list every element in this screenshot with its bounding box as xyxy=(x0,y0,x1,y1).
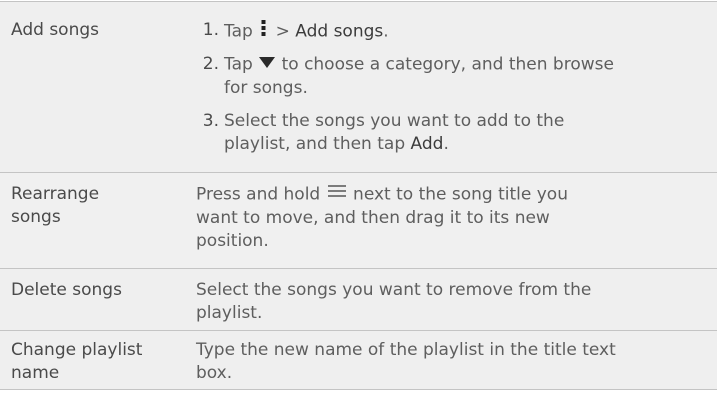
step-number: 2. xyxy=(202,54,219,74)
desc-text-line2: box. xyxy=(196,363,233,383)
desc-text-line2: want to move, and then drag it to its ne… xyxy=(196,207,550,228)
table-row-add-songs: Add songs 1. Tap > Add songs. 2. Tap to … xyxy=(0,1,717,173)
step-text-line1: Select the songs you want to add to the xyxy=(224,111,565,131)
table-row-change-playlist-name: Change playlist name Type the new name o… xyxy=(0,331,717,390)
row-label-line1: Change playlist xyxy=(11,340,143,360)
step-text-tap: Tap xyxy=(224,21,253,42)
row-label: Rearrange songs xyxy=(11,183,99,229)
step-text: Tap to choose a category, and then brows… xyxy=(224,53,714,100)
step-text-line2: for songs. xyxy=(224,77,308,98)
menu-dots-icon xyxy=(258,19,270,44)
step-text-rest: to choose a category, and then browse xyxy=(281,54,614,75)
row-description: Type the new name of the playlist in the… xyxy=(196,339,711,385)
step-number: 3. xyxy=(202,111,219,131)
desc-text: next to the song title you xyxy=(353,184,568,205)
step-text-period: . xyxy=(443,134,449,154)
desc-text-line1: Select the songs you want to remove from… xyxy=(196,280,592,300)
row-label-line1: Rearrange xyxy=(11,184,100,204)
step-text-arrow: > xyxy=(275,21,296,42)
row-description: Select the songs you want to remove from… xyxy=(196,279,711,325)
row-label-line2: songs xyxy=(11,207,61,227)
row-label: Add songs xyxy=(11,20,99,40)
step-text-line2: playlist, and then tap xyxy=(224,134,406,154)
row-description: Press and hold next to the song title yo… xyxy=(196,183,711,253)
ui-label-add: Add xyxy=(410,134,444,154)
table-row-rearrange-songs: Rearrange songs Press and hold next to t… xyxy=(0,173,717,269)
drag-handle-icon xyxy=(326,183,348,206)
desc-text-line3: position. xyxy=(196,230,269,251)
desc-text-line1: Type the new name of the playlist in the… xyxy=(196,340,616,360)
row-label-line2: name xyxy=(11,363,60,383)
desc-text-line2: playlist. xyxy=(196,303,263,323)
row-label: Delete songs xyxy=(11,280,122,300)
step-text-period: . xyxy=(383,21,389,42)
step-text-tap: Tap xyxy=(224,54,253,75)
desc-text: Press and hold xyxy=(196,184,321,205)
ui-label-add-songs: Add songs xyxy=(295,21,384,42)
triangle-down-icon xyxy=(258,53,276,76)
table-row-delete-songs: Delete songs Select the songs you want t… xyxy=(0,269,717,331)
step-text: Select the songs you want to add to the … xyxy=(224,110,714,156)
row-label: Change playlist name xyxy=(11,339,142,385)
step-number: 1. xyxy=(202,20,219,40)
step-text: Tap > Add songs. xyxy=(224,19,714,44)
